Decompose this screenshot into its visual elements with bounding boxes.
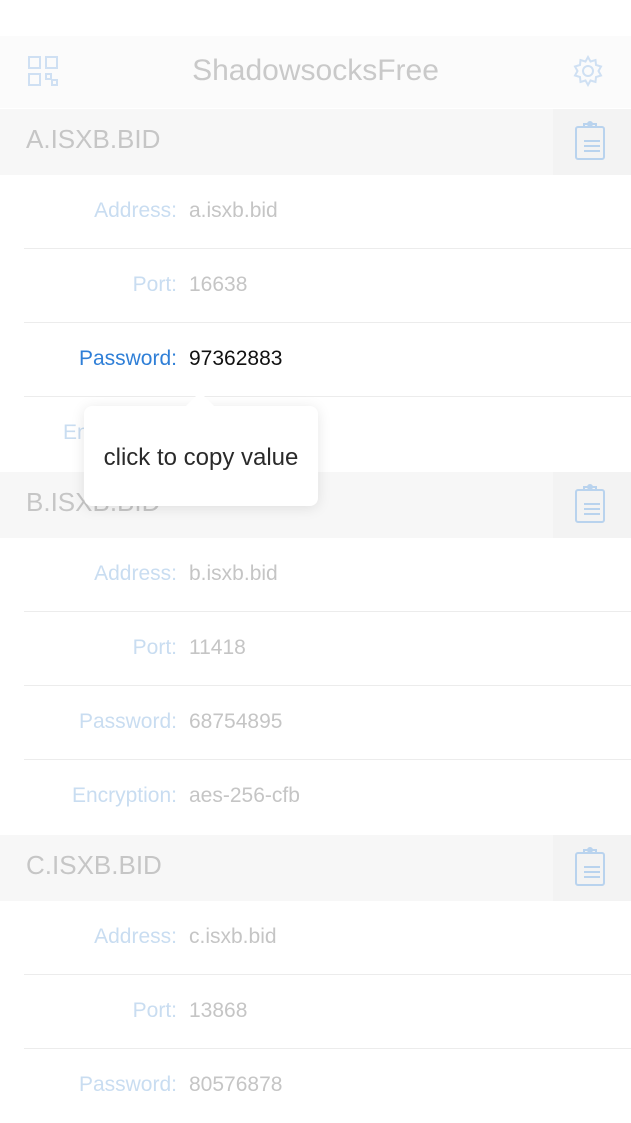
app-title: ShadowsocksFree <box>192 54 439 87</box>
address-value[interactable]: c.isxb.bid <box>189 925 277 949</box>
port-row[interactable]: Port: 16638 <box>24 249 631 323</box>
port-row[interactable]: Port: 13868 <box>24 975 631 1049</box>
tooltip-text: click to copy value <box>103 444 299 471</box>
port-row[interactable]: Port: 11418 <box>24 612 631 686</box>
password-value[interactable]: 68754895 <box>189 710 282 734</box>
address-label: Address: <box>94 562 177 585</box>
port-label: Port: <box>132 999 177 1022</box>
address-row[interactable]: Address: a.isxb.bid <box>24 175 631 249</box>
clipboard-icon <box>575 847 605 886</box>
address-row[interactable]: Address: c.isxb.bid <box>24 901 631 975</box>
password-label: Password: <box>78 347 177 370</box>
password-value[interactable]: 80576878 <box>189 1073 282 1097</box>
password-label: Password: <box>78 710 177 733</box>
port-value[interactable]: 16638 <box>189 273 247 297</box>
server-section-header: A.ISXB.BID <box>0 109 631 175</box>
copy-server-button[interactable] <box>553 835 631 901</box>
encryption-value[interactable]: aes-256-cfb <box>189 784 300 808</box>
address-row[interactable]: Address: b.isxb.bid <box>24 538 631 612</box>
nav-bar: ShadowsocksFree <box>0 36 631 108</box>
gear-icon[interactable] <box>571 54 605 88</box>
password-row[interactable]: Password: 68754895 <box>24 686 631 760</box>
server-section-header: C.ISXB.BID <box>0 835 631 901</box>
copy-tooltip[interactable]: click to copy value <box>84 392 318 506</box>
port-label: Port: <box>132 636 177 659</box>
server-name: A.ISXB.BID <box>26 124 161 154</box>
encryption-row[interactable]: Encryption: aes-256-cfb <box>24 760 631 834</box>
password-label: Password: <box>78 1073 177 1096</box>
password-value[interactable]: 97362883 <box>189 347 282 371</box>
clipboard-icon <box>575 121 605 160</box>
tooltip-arrow <box>184 392 216 408</box>
address-label: Address: <box>94 925 177 948</box>
address-label: Address: <box>94 199 177 222</box>
password-row[interactable]: Password: 97362883 <box>24 323 631 397</box>
copy-server-button[interactable] <box>553 472 631 538</box>
password-row[interactable]: Password: 80576878 <box>24 1049 631 1123</box>
server-name: C.ISXB.BID <box>26 850 162 880</box>
address-value[interactable]: a.isxb.bid <box>189 199 278 223</box>
port-value[interactable]: 11418 <box>189 636 246 660</box>
port-label: Port: <box>132 273 177 296</box>
copy-server-button[interactable] <box>553 109 631 175</box>
address-value[interactable]: b.isxb.bid <box>189 562 278 586</box>
encryption-label: Encryption: <box>71 784 177 807</box>
clipboard-icon <box>575 484 605 523</box>
port-value[interactable]: 13868 <box>189 999 247 1023</box>
